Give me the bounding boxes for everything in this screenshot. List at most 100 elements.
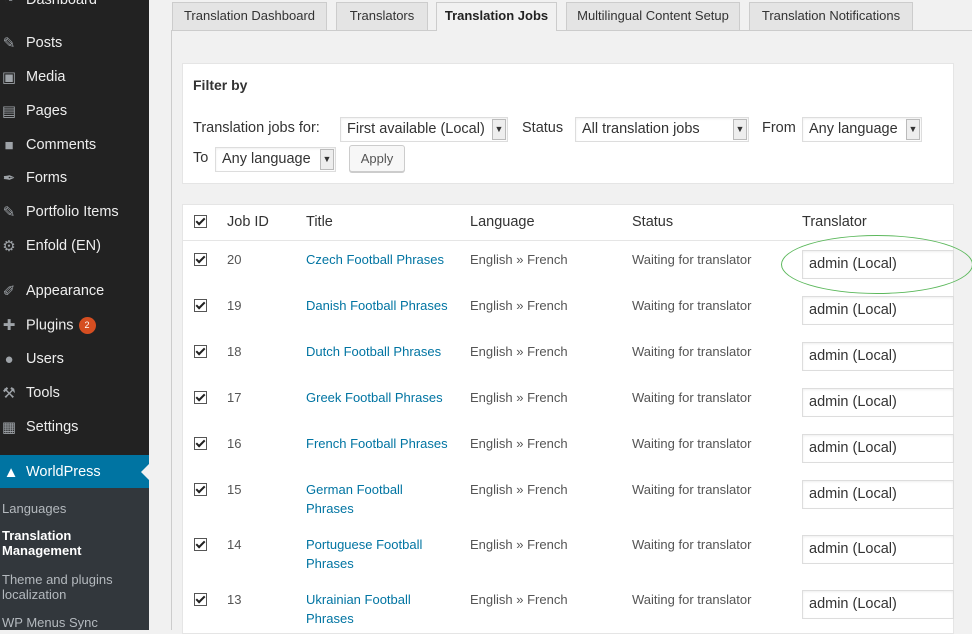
translator-select[interactable]: admin (Local): [802, 296, 954, 325]
job-id: 17: [227, 390, 242, 405]
row-checkbox[interactable]: [194, 437, 207, 450]
wpml-icon: ▲: [3, 463, 19, 481]
translator-select[interactable]: admin (Local): [802, 535, 954, 564]
translator-select[interactable]: admin (Local): [802, 250, 954, 279]
job-language: English » French: [470, 344, 568, 359]
job-language: English » French: [470, 298, 568, 313]
from-language-value: Any language: [809, 121, 898, 137]
admin-sidebar: ◔ Dashboard ✎ Posts ▣ Media ▤ Pages ■ Co…: [0, 0, 149, 630]
gear-icon: ⚙: [2, 238, 16, 255]
user-icon: ●: [4, 350, 14, 368]
translator-select[interactable]: admin (Local): [802, 388, 954, 417]
filter-heading: Filter by: [193, 77, 248, 93]
jobs-for-select[interactable]: First available (Local) ▼: [340, 117, 508, 142]
plugin-icon: ✚: [2, 317, 16, 334]
chevron-down-icon: ▼: [320, 149, 334, 170]
menu-posts[interactable]: ✎ Posts: [0, 28, 149, 58]
job-title-link[interactable]: Dutch Football Phrases: [306, 342, 456, 361]
pin-icon: ✎: [2, 204, 16, 221]
comment-icon: ■: [4, 136, 14, 154]
submenu-wp-menus-sync[interactable]: WP Menus Sync: [2, 615, 147, 630]
status-label: Status: [522, 120, 564, 136]
row-checkbox[interactable]: [194, 593, 207, 606]
menu-worldpress[interactable]: ▲ WorldPress: [0, 455, 149, 488]
column-header-title: Title: [306, 214, 333, 230]
row-checkbox[interactable]: [194, 299, 207, 312]
to-label: To: [193, 150, 209, 166]
tab-translation-jobs[interactable]: Translation Jobs: [436, 2, 557, 33]
to-language-select[interactable]: Any language ▼: [215, 147, 336, 172]
job-id: 14: [227, 537, 242, 552]
job-id: 18: [227, 344, 242, 359]
menu-enfold[interactable]: ⚙ Enfold (EN): [0, 231, 149, 261]
menu-users[interactable]: ● Users: [0, 344, 149, 374]
job-id: 16: [227, 436, 242, 451]
job-title-link[interactable]: Czech Football Phrases: [306, 250, 456, 269]
job-status: Waiting for translator: [632, 436, 752, 451]
row-checkbox[interactable]: [194, 483, 207, 496]
job-language: English » French: [470, 592, 568, 607]
job-title-link[interactable]: Greek Football Phrases: [306, 388, 456, 407]
menu-tools[interactable]: ⚒ Tools: [0, 378, 149, 408]
current-menu-arrow: [141, 464, 149, 480]
column-header-status: Status: [632, 214, 674, 230]
job-id: 15: [227, 482, 242, 497]
job-status: Waiting for translator: [632, 390, 752, 405]
menu-forms[interactable]: ✒ Forms: [0, 163, 149, 193]
menu-pages[interactable]: ▤ Pages: [0, 96, 149, 126]
chevron-down-icon: ▼: [906, 119, 920, 140]
row-checkbox[interactable]: [194, 391, 207, 404]
translator-select[interactable]: admin (Local): [802, 480, 954, 509]
job-title-link[interactable]: French Football Phrases: [306, 434, 466, 453]
submenu-translation-management[interactable]: Translation Management: [2, 528, 122, 558]
menu-media[interactable]: ▣ Media: [0, 62, 149, 92]
feather-icon: ✒: [2, 170, 16, 187]
job-status: Waiting for translator: [632, 344, 752, 359]
job-title-link[interactable]: Portuguese Football Phrases: [306, 535, 446, 573]
job-language: English » French: [470, 436, 568, 451]
row-checkbox[interactable]: [194, 253, 207, 266]
table-header-divider: [182, 240, 954, 241]
job-title-link[interactable]: German Football Phrases: [306, 480, 426, 518]
job-title-link[interactable]: Danish Football Phrases: [306, 296, 466, 315]
job-language: English » French: [470, 537, 568, 552]
apply-button[interactable]: Apply: [349, 145, 405, 172]
status-select[interactable]: All translation jobs ▼: [575, 117, 749, 142]
job-status: Waiting for translator: [632, 252, 752, 267]
pages-icon: ▤: [1, 103, 17, 120]
menu-dashboard[interactable]: ◔ Dashboard: [0, 0, 149, 15]
tab-translators[interactable]: Translators: [336, 2, 428, 30]
row-checkbox[interactable]: [194, 345, 207, 358]
column-header-translator: Translator: [802, 214, 867, 230]
menu-appearance[interactable]: ✐ Appearance: [0, 276, 149, 306]
job-language: English » French: [470, 482, 568, 497]
from-language-select[interactable]: Any language ▼: [802, 117, 922, 142]
submenu-theme-plugins-localization[interactable]: Theme and plugins localization: [2, 572, 127, 602]
job-status: Waiting for translator: [632, 537, 752, 552]
select-all-checkbox[interactable]: [194, 215, 207, 228]
wrench-icon: ⚒: [2, 385, 16, 402]
from-label: From: [762, 120, 796, 136]
pin-icon: ✎: [2, 35, 16, 52]
menu-comments[interactable]: ■ Comments: [0, 130, 149, 160]
translator-select[interactable]: admin (Local): [802, 590, 954, 619]
menu-portfolio-items[interactable]: ✎ Portfolio Items: [0, 197, 149, 227]
submenu-languages[interactable]: Languages: [2, 501, 147, 516]
job-language: English » French: [470, 390, 568, 405]
tab-translation-dashboard[interactable]: Translation Dashboard: [172, 2, 327, 30]
translator-select[interactable]: admin (Local): [802, 342, 954, 371]
media-icon: ▣: [1, 69, 17, 86]
tab-multilingual-content-setup[interactable]: Multilingual Content Setup: [566, 2, 740, 30]
menu-settings[interactable]: ▦ Settings: [0, 412, 149, 442]
to-language-value: Any language: [222, 151, 311, 167]
translator-select[interactable]: admin (Local): [802, 434, 954, 463]
row-checkbox[interactable]: [194, 538, 207, 551]
menu-plugins[interactable]: ✚ Plugins 2: [0, 310, 149, 340]
job-title-link[interactable]: Ukrainian Football Phrases: [306, 590, 426, 628]
jobs-for-label: Translation jobs for:: [193, 120, 320, 136]
tab-translation-notifications[interactable]: Translation Notifications: [749, 2, 913, 30]
job-id: 20: [227, 252, 242, 267]
jobs-for-value: First available (Local): [347, 121, 485, 137]
column-header-job-id: Job ID: [227, 214, 269, 230]
plugins-label: Plugins: [26, 316, 74, 333]
